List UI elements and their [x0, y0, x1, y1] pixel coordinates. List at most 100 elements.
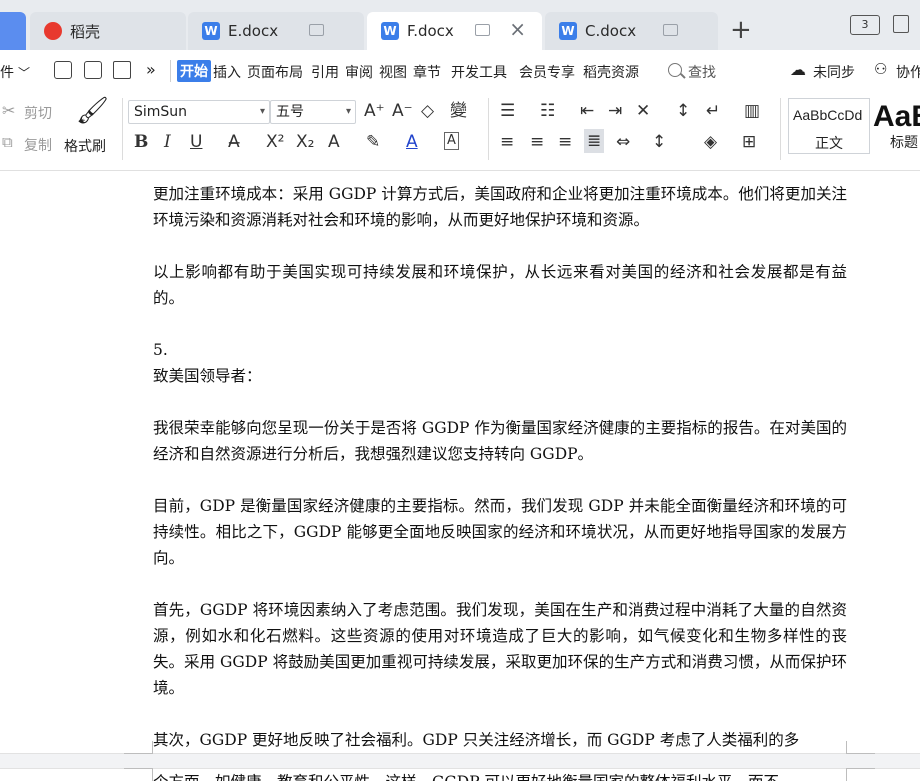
menu-page-layout[interactable]: 页面布局: [247, 62, 303, 82]
sort-icon[interactable]: ↕: [676, 101, 690, 121]
more-arrows-icon[interactable]: »: [146, 60, 156, 79]
increase-indent-icon[interactable]: ⇥: [608, 101, 622, 121]
style-normal[interactable]: AaBbCcDd 正文: [788, 98, 870, 154]
menu-review[interactable]: 审阅: [345, 62, 373, 82]
page-corner-mark: [124, 741, 153, 754]
justify-icon[interactable]: ≣: [584, 129, 605, 153]
align-right-icon[interactable]: ≡: [558, 132, 572, 152]
align-center-icon[interactable]: ≡: [530, 132, 544, 152]
bullet-list-icon[interactable]: ☰: [500, 101, 515, 121]
phonetic-guide-icon[interactable]: 變: [450, 101, 467, 121]
salutation: 致美国领导者：: [153, 367, 262, 385]
menu-view[interactable]: 视图: [379, 62, 407, 82]
style-heading[interactable]: AaB 标题: [870, 98, 920, 154]
tab-label: E.docx: [228, 22, 279, 40]
page-corner-mark: [846, 768, 875, 781]
wps-logo-icon: [44, 22, 62, 40]
align-left-icon[interactable]: ≡: [500, 132, 514, 152]
menu-developer[interactable]: 开发工具: [451, 62, 507, 82]
menu-home[interactable]: 开始: [177, 60, 211, 82]
tab-bar: 稻壳 W E.docx W F.docx × W C.docx + 3: [0, 0, 920, 50]
cut-button[interactable]: 剪切: [24, 103, 52, 123]
paragraph: 目前，GDP 是衡量国家经济健康的主要指标。然而，我们发现 GDP 并未能全面衡…: [153, 497, 847, 567]
chevron-down-icon: ▾: [345, 106, 351, 117]
style-heading-label: 标题: [890, 135, 918, 151]
close-tab-icon[interactable]: ×: [509, 19, 526, 39]
font-size-select[interactable]: 五号 ▾: [270, 100, 356, 124]
subscript-icon[interactable]: X₂: [296, 132, 314, 152]
line-spacing-icon[interactable]: ↕: [652, 132, 666, 152]
menu-member[interactable]: 会员专享: [519, 62, 575, 82]
window-layout-button[interactable]: 3: [850, 15, 880, 35]
ribbon-toolbar: ✂ 剪切 ⧉ 复制 🖌 格式刷 SimSun ▾ 五号 ▾ A⁺ A⁻ ◇ 變 …: [0, 92, 920, 171]
tab-e-docx[interactable]: W E.docx: [188, 12, 364, 50]
print-icon[interactable]: [113, 61, 131, 79]
restore-window-icon[interactable]: [893, 15, 909, 33]
paragraph: 个方面，如健康、教育和公平性。这样，GGDP 可以更好地衡量国家的整体福利水平，…: [153, 769, 847, 781]
ruler-icon[interactable]: ▥: [744, 101, 760, 121]
style-normal-label: 正文: [815, 136, 843, 152]
chinese-layout-icon[interactable]: ✕: [636, 101, 650, 121]
clear-format-icon[interactable]: ◇: [421, 101, 434, 121]
word-doc-icon: W: [381, 22, 399, 40]
format-painter-icon[interactable]: 🖌: [76, 96, 109, 126]
shrink-font-icon[interactable]: A⁻: [392, 101, 413, 121]
monitor-icon: [663, 24, 678, 36]
sync-status[interactable]: 未同步: [813, 62, 855, 82]
home-button[interactable]: [0, 12, 26, 50]
collaborate-icon[interactable]: ⚇: [874, 60, 887, 78]
tab-f-docx[interactable]: W F.docx ×: [367, 12, 542, 50]
word-doc-icon: W: [202, 22, 220, 40]
highlight-icon[interactable]: ✎: [366, 132, 380, 152]
menu-chapter[interactable]: 章节: [413, 62, 441, 82]
show-marks-icon[interactable]: ↵: [706, 101, 720, 121]
paragraph: 我很荣幸能够向您呈现一份关于是否将 GGDP 作为衡量国家经济健康的主要指标的报…: [153, 419, 847, 463]
copy-icon[interactable]: ⧉: [2, 133, 13, 151]
tab-label: F.docx: [407, 22, 454, 40]
borders-icon[interactable]: ⊞: [742, 132, 756, 152]
search-label[interactable]: 查找: [688, 62, 716, 82]
char-border-icon[interactable]: A: [444, 132, 459, 150]
underline-icon[interactable]: U: [190, 132, 202, 152]
new-tab-button[interactable]: +: [730, 17, 752, 43]
tab-daoke[interactable]: 稻壳: [30, 12, 186, 50]
distribute-icon[interactable]: ⇔: [616, 132, 630, 152]
grow-font-icon[interactable]: A⁺: [364, 101, 385, 121]
scissors-icon[interactable]: ✂: [2, 101, 15, 120]
decrease-indent-icon[interactable]: ⇤: [580, 101, 594, 121]
italic-icon[interactable]: I: [164, 132, 171, 152]
numbered-list-icon[interactable]: ☷: [540, 101, 555, 121]
chevron-down-icon[interactable]: ﹀: [18, 64, 30, 81]
menu-daoke-resources[interactable]: 稻壳资源: [583, 62, 639, 82]
text-effect-icon[interactable]: A: [328, 132, 340, 152]
font-color-icon[interactable]: A: [406, 132, 418, 152]
collaborate-label[interactable]: 协作: [896, 62, 920, 82]
document-page[interactable]: 更加注重环境成本：采用 GGDP 计算方式后，美国政府和企业将更加注重环境成本。…: [153, 181, 847, 753]
paragraph: 其次，GGDP 更好地反映了社会福利。GDP 只关注经济增长，而 GGDP 考虑…: [153, 731, 800, 749]
page-corner-mark: [846, 741, 875, 754]
font-name-select[interactable]: SimSun ▾: [128, 100, 270, 124]
menu-insert[interactable]: 插入: [213, 62, 241, 82]
export-pdf-icon[interactable]: [84, 61, 102, 79]
section-number: 5.: [153, 341, 168, 359]
menu-file[interactable]: 件: [0, 62, 14, 82]
font-size-value: 五号: [276, 104, 304, 120]
document-area[interactable]: 更加注重环境成本：采用 GGDP 计算方式后，美国政府和企业将更加注重环境成本。…: [0, 171, 920, 781]
search-icon[interactable]: [668, 63, 682, 77]
strikethrough-icon[interactable]: A̶: [228, 132, 240, 152]
menu-references[interactable]: 引用: [311, 62, 339, 82]
style-normal-preview: AaBbCcDd: [793, 107, 863, 123]
cloud-sync-icon[interactable]: ☁: [790, 60, 806, 79]
document-page-next[interactable]: 个方面，如健康、教育和公平性。这样，GGDP 可以更好地衡量国家的整体福利水平，…: [153, 769, 847, 781]
bold-icon[interactable]: B: [134, 132, 148, 152]
tab-label: 稻壳: [70, 22, 101, 41]
copy-button[interactable]: 复制: [24, 135, 52, 155]
monitor-icon: [475, 24, 490, 36]
superscript-icon[interactable]: X²: [266, 132, 284, 152]
page-break: [0, 753, 920, 769]
format-painter-button[interactable]: 格式刷: [64, 136, 106, 156]
save-icon[interactable]: [54, 61, 72, 79]
tab-c-docx[interactable]: W C.docx: [545, 12, 718, 50]
shading-icon[interactable]: ◈: [704, 132, 717, 152]
font-name-value: SimSun: [134, 104, 188, 120]
